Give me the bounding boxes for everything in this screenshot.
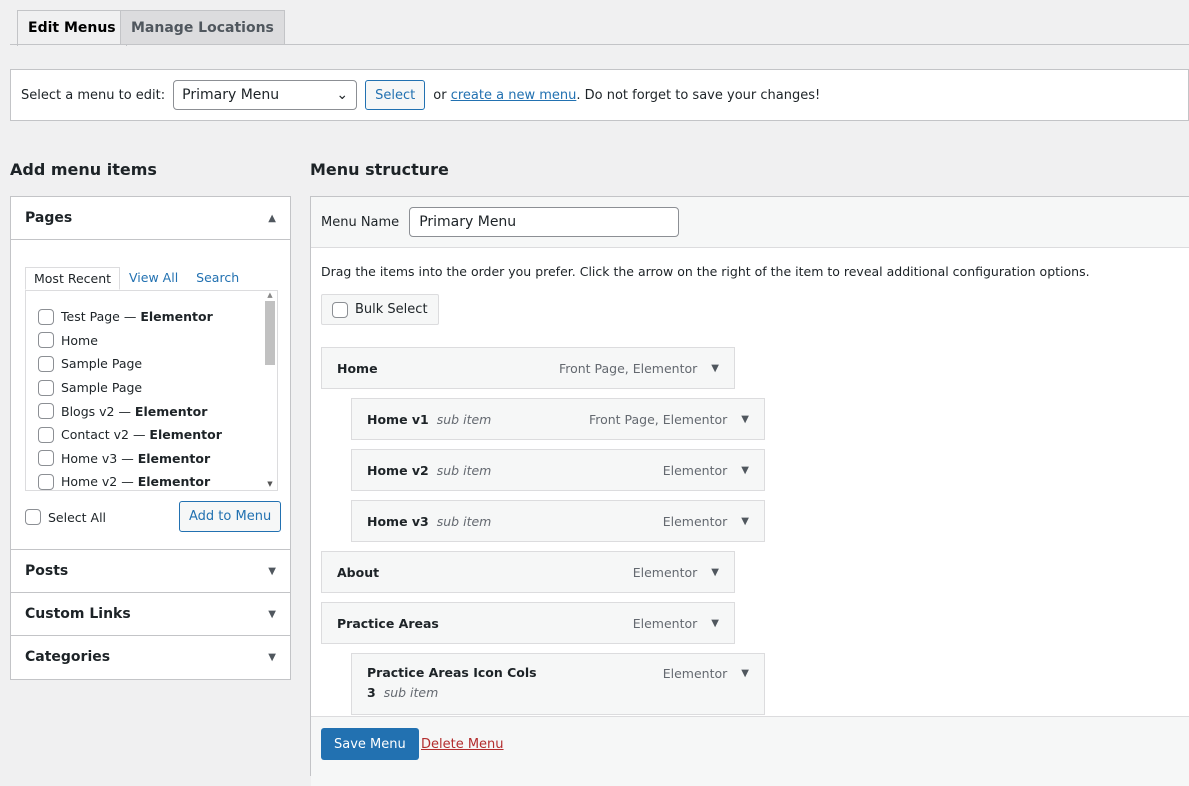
page-item[interactable]: Blogs v2 — Elementor — [38, 399, 277, 423]
chevron-down-icon: ⌄ — [336, 87, 349, 103]
pages-list: Test Page — Elementor Home Sample Page Samp… — [25, 290, 278, 491]
page-checkbox[interactable] — [38, 379, 54, 396]
caret-down-icon[interactable]: ▼ — [741, 465, 749, 476]
page-label: Home v3 — Elementor — [61, 450, 211, 466]
caret-down-icon[interactable]: ▼ — [741, 516, 749, 527]
delete-menu-link[interactable]: Delete Menu — [421, 737, 504, 752]
page-item[interactable]: Sample Page — [38, 376, 277, 400]
page-item[interactable]: Contact v2 — Elementor — [38, 423, 277, 447]
menu-item[interactable]: About Elementor ▼ — [321, 551, 735, 593]
menu-select[interactable]: Primary Menu ⌄ — [173, 80, 358, 110]
page-label: Test Page — Elementor — [61, 309, 213, 325]
menu-footer: Save Menu Delete Menu — [311, 716, 1189, 786]
pages-section-title: Pages — [25, 210, 73, 226]
caret-down-icon: ▼ — [268, 565, 276, 577]
menu-select-value: Primary Menu — [182, 87, 280, 103]
page-label: Home v2 — Elementor — [61, 474, 211, 490]
section-posts[interactable]: Posts ▼ — [11, 549, 290, 592]
page-checkbox[interactable] — [38, 403, 54, 420]
page-checkbox[interactable] — [38, 473, 54, 490]
menu-item-title: Practice Areas — [337, 615, 439, 631]
menu-item-title: Home v2 sub item — [367, 462, 492, 478]
page-tabs: Most Recent View All Search — [25, 266, 248, 290]
menu-item-title: Practice Areas Icon Cols 3 sub item — [367, 665, 537, 700]
menu-item-title: Home — [337, 360, 378, 376]
caret-down-icon[interactable]: ▼ — [711, 363, 719, 374]
menu-item-type: Elementor — [632, 564, 698, 580]
menu-name-label: Menu Name — [321, 214, 400, 230]
page-checkbox[interactable] — [38, 308, 54, 325]
menu-item-type: Elementor — [662, 666, 728, 681]
menu-item[interactable]: Home v2 sub item Elementor ▼ — [351, 449, 765, 491]
tab-view-all[interactable]: View All — [120, 266, 187, 289]
menu-structure-panel: Menu Name Primary Menu Drag the items in… — [310, 196, 1189, 786]
menu-item-type: Elementor — [632, 615, 698, 631]
menu-item[interactable]: Home v3 sub item Elementor ▼ — [351, 500, 765, 542]
instructions: Drag the items into the order you prefer… — [321, 264, 1090, 279]
caret-down-icon: ▼ — [268, 651, 276, 663]
menu-item-type: Front Page, Elementor — [558, 360, 698, 376]
tab-edit-menus[interactable]: Edit Menus — [17, 10, 127, 46]
page-label: Blogs v2 — Elementor — [61, 403, 208, 419]
menu-item-type: Front Page, Elementor — [588, 411, 728, 427]
create-new-menu-link[interactable]: create a new menu — [451, 88, 577, 103]
menu-item[interactable]: Practice Areas Elementor ▼ — [321, 602, 735, 644]
tab-divider — [10, 44, 1189, 45]
save-menu-button[interactable]: Save Menu — [321, 728, 419, 760]
select-all-label: Select All — [48, 509, 107, 525]
menu-item[interactable]: Home v1 sub item Front Page, Elementor ▼ — [351, 398, 765, 440]
caret-up-icon: ▲ — [268, 212, 276, 224]
page-checkbox[interactable] — [38, 426, 54, 443]
menu-item-title: About — [337, 564, 380, 580]
create-menu-text: or create a new menu. Do not forget to s… — [433, 88, 820, 103]
select-label: Select a menu to edit: — [21, 87, 166, 103]
caret-down-icon[interactable]: ▼ — [741, 668, 749, 679]
page-item[interactable]: Home v2 — Elementor — [38, 470, 277, 490]
menu-select-bar: Select a menu to edit: Primary Menu ⌄ Sel… — [10, 69, 1189, 121]
bulk-select-label: Bulk Select — [355, 302, 428, 317]
add-to-menu-button[interactable]: Add to Menu — [179, 501, 282, 532]
page-label: Sample Page — [61, 356, 143, 372]
caret-down-icon[interactable]: ▼ — [711, 618, 719, 629]
menu-item-type: Elementor — [662, 462, 728, 478]
page-item[interactable]: Home v3 — Elementor — [38, 447, 277, 471]
menu-item-title: Home v3 sub item — [367, 513, 492, 529]
page-label: Sample Page — [61, 380, 143, 396]
page-checkbox[interactable] — [38, 355, 54, 372]
menu-item[interactable]: Practice Areas Icon Cols 3 sub item Eleme… — [351, 653, 765, 715]
select-all-checkbox[interactable] — [25, 509, 41, 525]
page-item[interactable]: Home — [38, 329, 277, 353]
tab-manage-locations[interactable]: Manage Locations — [120, 10, 285, 45]
caret-down-icon[interactable]: ▼ — [741, 414, 749, 425]
add-menu-items-panel: Pages ▲ Most Recent View All Search Test … — [10, 196, 291, 680]
section-custom-links[interactable]: Custom Links ▼ — [11, 592, 290, 635]
menu-header: Menu Name Primary Menu — [311, 197, 1189, 248]
pages-scrollbar[interactable]: ▲ ▼ — [263, 291, 277, 490]
menu-item-type: Elementor — [662, 513, 728, 529]
section-categories[interactable]: Categories ▼ — [11, 635, 290, 678]
or-text: or — [433, 87, 447, 103]
pages-section-header[interactable]: Pages ▲ — [11, 197, 290, 240]
bulk-select-button[interactable]: Bulk Select — [321, 294, 439, 325]
caret-down-icon: ▼ — [268, 608, 276, 620]
menu-structure-heading: Menu structure — [310, 160, 449, 179]
add-menu-items-heading: Add menu items — [10, 160, 157, 179]
caret-down-icon[interactable]: ▼ — [711, 567, 719, 578]
menu-name-input[interactable]: Primary Menu — [409, 207, 680, 237]
tab-most-recent[interactable]: Most Recent — [25, 267, 121, 290]
page-item[interactable]: Test Page — Elementor — [38, 305, 277, 329]
page-checkbox[interactable] — [38, 332, 54, 349]
menu-item[interactable]: Home Front Page, Elementor ▼ — [321, 347, 735, 389]
page-item[interactable]: Sample Page — [38, 352, 277, 376]
select-button[interactable]: Select — [365, 80, 426, 110]
tab-search[interactable]: Search — [187, 266, 248, 289]
page-label: Home — [61, 332, 98, 348]
page-checkbox[interactable] — [38, 450, 54, 467]
menu-item-title: Home v1 sub item — [367, 411, 492, 427]
bulk-select-checkbox[interactable] — [332, 301, 348, 318]
select-all[interactable]: Select All — [25, 509, 106, 525]
page-label: Contact v2 — Elementor — [61, 427, 222, 443]
save-reminder-text: . Do not forget to save your changes! — [576, 87, 821, 103]
